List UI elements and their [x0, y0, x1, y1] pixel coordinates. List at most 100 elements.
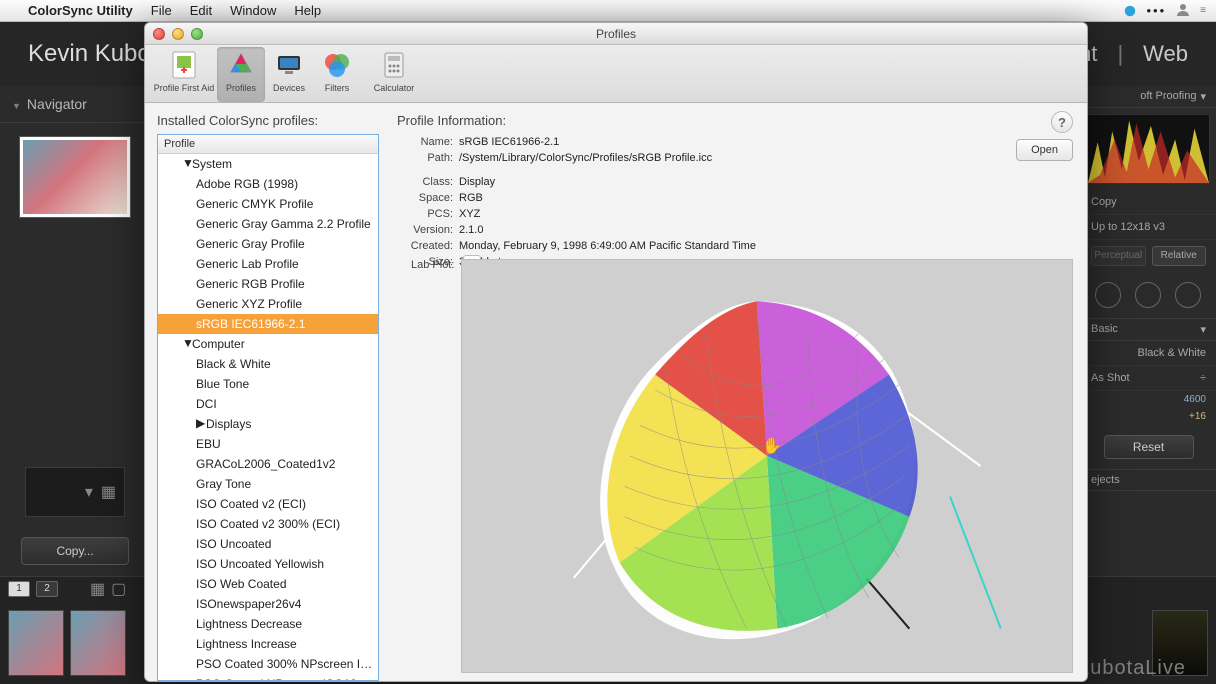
- intent-relative[interactable]: Relative: [1152, 246, 1207, 266]
- knob-2[interactable]: [1135, 282, 1161, 308]
- basic-panel-title[interactable]: Basic: [1091, 323, 1118, 336]
- tree-item[interactable]: PSO Coated NPscreen ISO12647 (ECI: [158, 674, 378, 681]
- tree-item[interactable]: EBU: [158, 434, 378, 454]
- toolbar-devices[interactable]: Devices: [265, 47, 313, 102]
- tree-item[interactable]: Adobe RGB (1998): [158, 174, 378, 194]
- reset-button[interactable]: Reset: [1104, 435, 1194, 459]
- snapshots-title[interactable]: ejects: [1091, 474, 1120, 486]
- primary-display[interactable]: 1: [8, 581, 30, 597]
- app-name[interactable]: ColorSync Utility: [28, 3, 133, 18]
- menu-help[interactable]: Help: [294, 3, 321, 18]
- menu-edit[interactable]: Edit: [190, 3, 212, 18]
- toolbar-profile-first-aid[interactable]: Profile First Aid: [151, 47, 217, 102]
- chevron-down-icon[interactable]: ▾: [85, 482, 93, 502]
- wb-label[interactable]: As Shot: [1091, 372, 1130, 384]
- watermark-text: KubotaLive: [1076, 657, 1186, 680]
- tree-item[interactable]: ISO Web Coated: [158, 574, 378, 594]
- create-proof-copy[interactable]: Copy: [1091, 196, 1117, 208]
- secondary-display[interactable]: 2: [36, 581, 58, 597]
- grid-icon[interactable]: ▦: [101, 482, 116, 502]
- devices-icon: [273, 49, 305, 81]
- status-dots-icon[interactable]: •••: [1147, 3, 1167, 18]
- tree-group[interactable]: ▶Displays: [158, 414, 378, 434]
- info-path: /System/Library/ColorSync/Profiles/sRGB …: [459, 150, 712, 166]
- filters-icon: [321, 49, 353, 81]
- tree-item[interactable]: Generic CMYK Profile: [158, 194, 378, 214]
- tree-header[interactable]: Profile: [158, 135, 378, 154]
- spotlight-icon[interactable]: [1123, 4, 1137, 18]
- lab-plot-label: Lab Plot:: [411, 259, 454, 271]
- tree-item[interactable]: ISO Uncoated Yellowish: [158, 554, 378, 574]
- profile-select[interactable]: Up to 12x18 v3: [1081, 215, 1216, 240]
- tree-group[interactable]: ▼Computer: [158, 334, 378, 354]
- colorsync-window: Profiles Profile First Aid Profiles Devi…: [144, 22, 1088, 682]
- tree-item[interactable]: Blue Tone: [158, 374, 378, 394]
- close-icon[interactable]: [153, 28, 165, 40]
- mac-menubar: ColorSync Utility File Edit Window Help …: [0, 0, 1216, 22]
- tree-item[interactable]: sRGB IEC61966-2.1: [158, 314, 378, 334]
- toolbar-filters[interactable]: Filters: [313, 47, 361, 102]
- filmstrip-thumb[interactable]: [70, 610, 126, 676]
- module-web[interactable]: Web: [1143, 41, 1188, 67]
- nav-controls[interactable]: ▾ ▦: [25, 467, 125, 517]
- help-button[interactable]: ?: [1051, 111, 1073, 133]
- toolbar-profiles[interactable]: Profiles: [217, 47, 265, 102]
- tree-item[interactable]: Generic RGB Profile: [158, 274, 378, 294]
- menu-file[interactable]: File: [151, 3, 172, 18]
- tint-value[interactable]: +16: [1081, 408, 1216, 425]
- copy-button[interactable]: Copy...: [21, 537, 129, 565]
- siri-icon[interactable]: ≡: [1200, 5, 1206, 16]
- navigator-panel-title[interactable]: Navigator: [0, 86, 150, 123]
- open-button[interactable]: Open: [1016, 139, 1073, 161]
- window-title: Profiles: [596, 27, 636, 41]
- filmstrip-thumb[interactable]: [8, 610, 64, 676]
- window-titlebar[interactable]: Profiles: [145, 23, 1087, 45]
- tree-item[interactable]: ISOnewspaper26v4: [158, 594, 378, 614]
- tree-item[interactable]: Generic XYZ Profile: [158, 294, 378, 314]
- tree-item[interactable]: Generic Gray Profile: [158, 234, 378, 254]
- catalog-name: Kevin Kubo: [28, 40, 151, 68]
- zoom-icon[interactable]: [191, 28, 203, 40]
- profile-tree[interactable]: Profile ▼SystemAdobe RGB (1998)Generic C…: [157, 134, 379, 681]
- grid-view-icon[interactable]: ▦: [90, 579, 105, 599]
- tree-item[interactable]: ISO Coated v2 300% (ECI): [158, 514, 378, 534]
- tree-item[interactable]: Gray Tone: [158, 474, 378, 494]
- intent-perceptual[interactable]: Perceptual: [1091, 246, 1146, 266]
- lab-plot[interactable]: ✋: [461, 259, 1073, 673]
- wb-dropdown-icon[interactable]: ÷: [1200, 372, 1206, 384]
- first-aid-icon: [168, 49, 200, 81]
- tree-item[interactable]: GRACoL2006_Coated1v2: [158, 454, 378, 474]
- tree-item[interactable]: Black & White: [158, 354, 378, 374]
- minimize-icon[interactable]: [172, 28, 184, 40]
- knob-1[interactable]: [1095, 282, 1121, 308]
- profiles-icon: [225, 49, 257, 81]
- tree-item[interactable]: PSO Coated 300% NPscreen ISO1264: [158, 654, 378, 674]
- tree-item[interactable]: DCI: [158, 394, 378, 414]
- navigator-preview[interactable]: [20, 137, 130, 217]
- tree-item[interactable]: Lightness Decrease: [158, 614, 378, 634]
- tree-item[interactable]: Generic Gray Gamma 2.2 Profile: [158, 214, 378, 234]
- calculator-icon: [378, 49, 410, 81]
- toolbar-calculator[interactable]: Calculator: [361, 47, 427, 102]
- knob-3[interactable]: [1175, 282, 1201, 308]
- treatment-bw[interactable]: Black & White: [1138, 347, 1206, 359]
- menu-window[interactable]: Window: [230, 3, 276, 18]
- tree-group[interactable]: ▼System: [158, 154, 378, 174]
- grab-cursor-icon: ✋: [762, 436, 782, 456]
- info-space: RGB: [459, 190, 483, 206]
- soft-proofing-title[interactable]: oft Proofing: [1140, 90, 1196, 103]
- histogram[interactable]: [1087, 114, 1210, 184]
- profile-info-title: Profile Information:: [397, 113, 1073, 128]
- tree-item[interactable]: ISO Uncoated: [158, 534, 378, 554]
- profile-info: Name:sRGB IEC61966-2.1 Path:/System/Libr…: [397, 134, 1073, 270]
- tree-item[interactable]: ISO Coated v2 (ECI): [158, 494, 378, 514]
- tree-item[interactable]: Generic Lab Profile: [158, 254, 378, 274]
- toolbar: Profile First Aid Profiles Devices Filte…: [145, 45, 1087, 103]
- info-name: sRGB IEC61966-2.1: [459, 134, 559, 150]
- tree-item[interactable]: Lightness Increase: [158, 634, 378, 654]
- user-icon[interactable]: [1176, 2, 1190, 19]
- installed-profiles-title: Installed ColorSync profiles:: [157, 113, 379, 128]
- info-pcs: XYZ: [459, 206, 480, 222]
- loupe-view-icon[interactable]: ▢: [111, 579, 126, 599]
- temp-value[interactable]: 4600: [1081, 391, 1216, 408]
